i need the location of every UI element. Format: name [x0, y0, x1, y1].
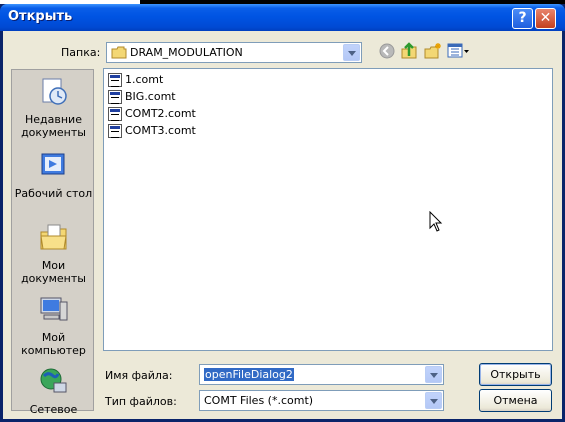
places-bar: Недавние документы Рабочий стол Мои доку…	[11, 69, 95, 416]
filetype-value: COMT Files (*.comt)	[204, 394, 314, 407]
mouse-cursor-icon	[429, 211, 443, 232]
filename-input[interactable]: openFileDialog2	[199, 364, 444, 385]
place-desktop[interactable]: Рабочий стол	[12, 150, 95, 200]
place-my-documents[interactable]: Мои документы	[12, 222, 95, 285]
folder-icon	[111, 46, 127, 59]
file-list[interactable]: 1.comt BIG.comt COMT2.comt COMT3.comt	[103, 68, 553, 351]
back-icon[interactable]	[378, 42, 396, 60]
help-icon: ?	[518, 10, 527, 26]
recent-documents-icon	[42, 78, 67, 105]
my-documents-icon	[39, 224, 67, 250]
chevron-down-icon[interactable]	[425, 392, 442, 409]
help-button[interactable]: ?	[512, 8, 533, 29]
file-name: COMT3.comt	[125, 124, 196, 137]
folder-dropdown[interactable]: DRAM_MODULATION	[106, 42, 362, 63]
close-icon: ✕	[539, 10, 552, 26]
file-name: COMT2.comt	[125, 107, 196, 120]
open-file-dialog: Открыть ? ✕ Папка: DRAM_MODULATION Недав…	[0, 4, 565, 422]
filename-label: Имя файла:	[105, 369, 173, 382]
file-name: 1.comt	[125, 73, 164, 86]
folder-value: DRAM_MODULATION	[130, 46, 243, 59]
filename-value: openFileDialog2	[204, 368, 294, 381]
chevron-down-icon[interactable]	[343, 44, 360, 61]
place-my-computer-label: Мой компьютер	[21, 331, 86, 357]
network-icon	[40, 368, 66, 393]
dialog-body: Папка: DRAM_MODULATION Недавние документ…	[3, 31, 562, 419]
open-button[interactable]: Открыть	[479, 363, 552, 386]
file-name: BIG.comt	[125, 90, 176, 103]
comt-file-icon	[108, 107, 122, 121]
up-folder-icon[interactable]	[400, 42, 418, 60]
view-menu-icon[interactable]	[447, 42, 471, 60]
comt-file-icon	[108, 124, 122, 138]
filetype-label: Тип файлов:	[105, 395, 177, 408]
my-computer-icon	[40, 297, 67, 321]
chevron-down-icon[interactable]	[425, 366, 442, 383]
place-my-computer[interactable]: Мой компьютер	[12, 294, 95, 357]
folder-label: Папка:	[61, 46, 101, 59]
filetype-dropdown[interactable]: COMT Files (*.comt)	[199, 390, 444, 411]
place-network-label: Сетевое	[29, 403, 78, 416]
place-my-documents-label: Мои документы	[21, 259, 86, 285]
place-desktop-label: Рабочий стол	[14, 187, 93, 200]
place-recent-documents-label: Недавние документы	[21, 113, 86, 139]
window-title: Открыть	[8, 9, 73, 24]
comt-file-icon	[108, 73, 122, 87]
new-folder-icon[interactable]	[424, 42, 442, 60]
place-recent-documents[interactable]: Недавние документы	[12, 76, 95, 139]
desktop-icon	[41, 153, 64, 175]
cancel-button[interactable]: Отмена	[479, 389, 552, 412]
title-bar[interactable]: Открыть ? ✕	[0, 4, 565, 31]
place-network[interactable]: Сетевое	[12, 366, 95, 416]
comt-file-icon	[108, 90, 122, 104]
close-button[interactable]: ✕	[535, 8, 556, 29]
